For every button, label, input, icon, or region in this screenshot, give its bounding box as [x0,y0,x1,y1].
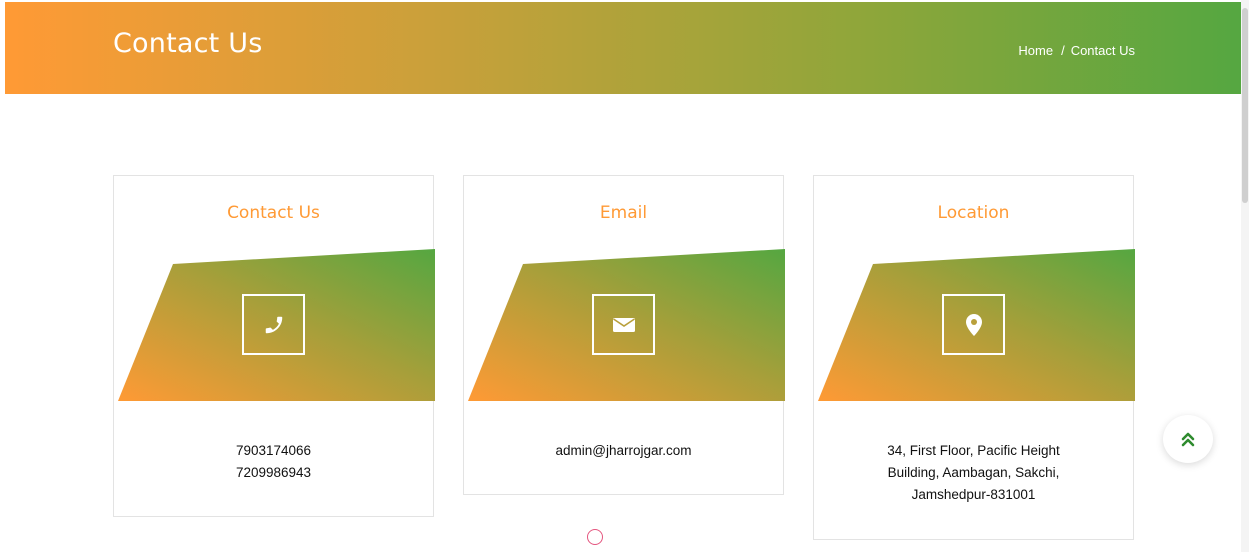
double-chevron-up-icon [1181,432,1195,447]
phone-icon [265,316,282,333]
envelope-icon [612,317,635,332]
address-line-3: Jamshedpur-831001 [911,487,1036,502]
phone-number-2[interactable]: 7209986943 [114,462,433,484]
page-header-banner: Contact Us Home / Contact Us [5,2,1241,94]
email-card-title: Email [599,203,648,223]
map-marker-icon [965,313,982,336]
page-title: Contact Us [113,28,263,59]
breadcrumb-home-link[interactable]: Home [1018,43,1053,58]
phone-number-1[interactable]: 7903174066 [114,440,433,462]
address-line-2: Building, Aambagan, Sakchi, [887,465,1060,480]
address-line-1: 34, First Floor, Pacific Height [887,443,1060,458]
contact-card-text: 7903174066 7209986943 [114,440,433,484]
location-card-title: Location [937,203,1010,223]
location-card-text: 34, First Floor, Pacific Height Building… [814,440,1133,506]
map-marker-icon-box [942,294,1005,355]
scroll-to-top-button[interactable] [1163,415,1213,463]
page-scrollbar[interactable] [1241,0,1249,552]
scrollbar-thumb[interactable] [1242,8,1248,203]
email-card-text: admin@jharrojgar.com [464,440,783,462]
email-address-link[interactable]: admin@jharrojgar.com [464,440,783,462]
breadcrumb-current: Contact Us [1070,43,1135,58]
breadcrumb-separator: / [1061,43,1065,58]
contact-card: Contact Us 7903174066 7209986943 [113,175,435,517]
loading-spinner [587,529,603,545]
contact-card-title: Contact Us [227,203,320,223]
location-card: Location 34, First Floor, Pacific Height… [813,175,1135,540]
phone-icon-box [242,294,305,355]
envelope-icon-box [592,294,655,355]
email-card: Email admin@jharrojgar.com [463,175,785,495]
breadcrumb: Home / Contact Us [1018,43,1135,58]
